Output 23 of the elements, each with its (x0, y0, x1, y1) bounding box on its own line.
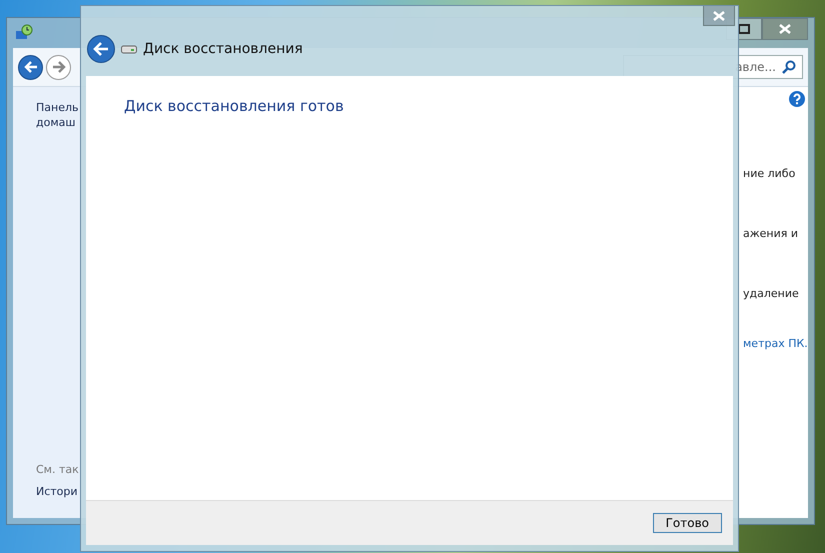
finish-button[interactable]: Готово (652, 513, 722, 533)
maximize-icon (738, 24, 750, 34)
settings-link[interactable]: метрах ПК. (743, 337, 808, 350)
recovery-app-icon (15, 24, 33, 42)
description-text: ажения и (743, 227, 798, 240)
close-icon (713, 10, 725, 20)
forward-button[interactable] (46, 54, 71, 80)
back-button[interactable] (87, 35, 115, 63)
back-arrow-icon (93, 42, 109, 56)
help-icon[interactable] (789, 91, 805, 107)
see-also-heading: См. так (36, 463, 80, 476)
drive-icon (121, 44, 137, 54)
search-icon (782, 60, 796, 74)
close-button[interactable] (703, 6, 735, 26)
close-icon (779, 24, 791, 34)
status-heading: Диск восстановления готов (124, 97, 344, 115)
forward-arrow-icon (52, 61, 66, 73)
back-arrow-icon (24, 61, 38, 73)
back-button[interactable] (18, 54, 43, 80)
description-text: удаление (743, 287, 799, 300)
close-button[interactable] (762, 18, 808, 40)
description-text: ние либо (743, 167, 796, 180)
dialog-title: Диск восстановления (143, 41, 303, 57)
